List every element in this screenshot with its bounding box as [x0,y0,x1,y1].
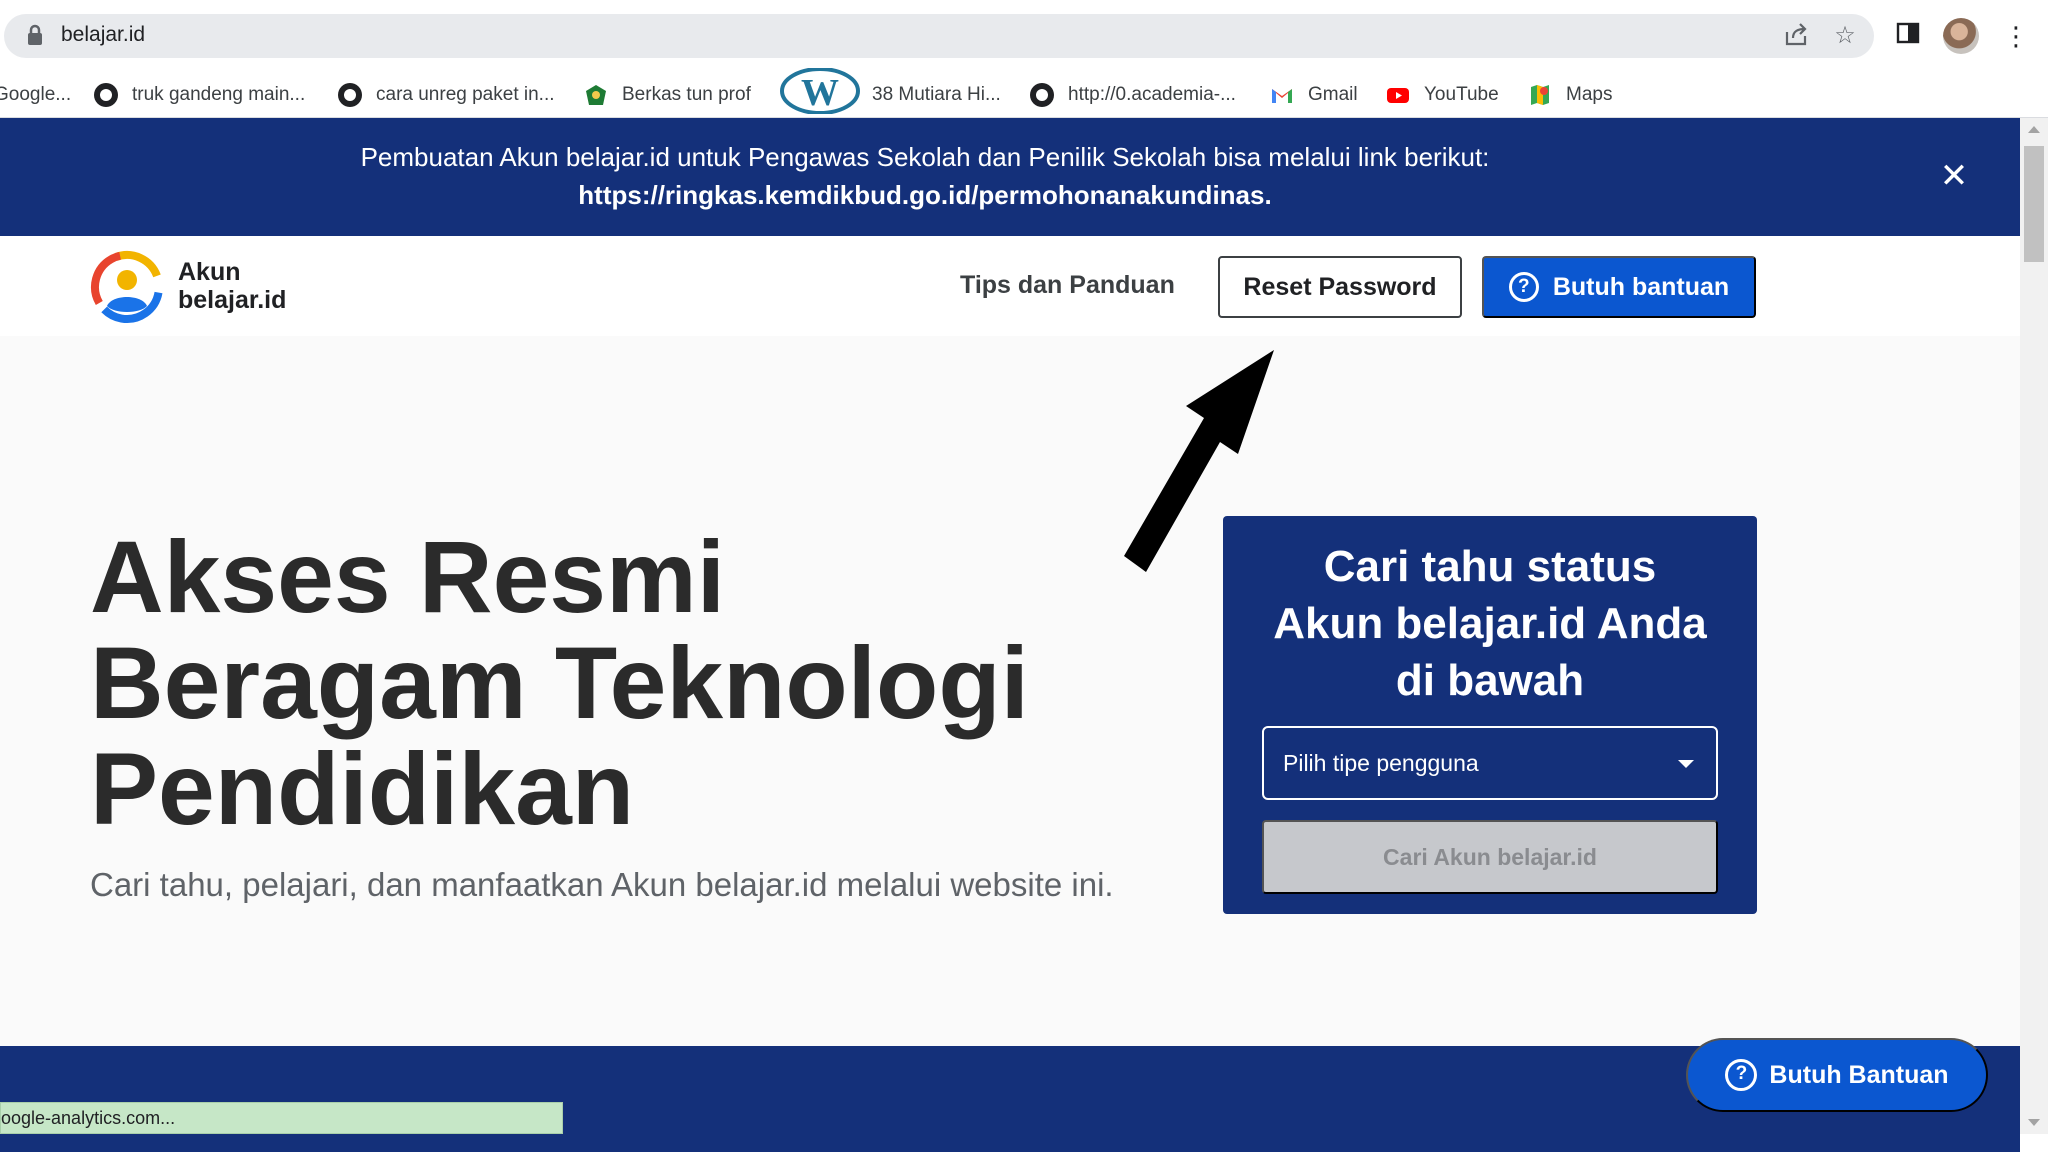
page-scrollbar[interactable] [2020,118,2048,1134]
help-button[interactable]: ? Butuh bantuan [1482,256,1756,318]
profile-avatar[interactable] [1943,18,1979,54]
scroll-thumb[interactable] [2024,146,2044,262]
announcement-banner: Pembuatan Akun belajar.id untuk Pengawas… [0,118,2020,236]
chevron-down-icon [1678,760,1694,768]
bookmark-label: http://0.academia-... [1068,84,1236,105]
help-button-label: Butuh bantuan [1552,272,1730,301]
maps-icon [1531,85,1549,105]
bookmark-label: truk gandeng main... [132,84,306,105]
brand-line-2: belajar.id [178,286,287,314]
globe-icon [94,83,118,107]
floating-help-button[interactable]: ? Butuh Bantuan [1686,1038,1988,1112]
status-card-title: Cari tahu status Akun belajar.id Anda di… [1223,538,1757,709]
hero-title-line: Beragam Teknologi [90,626,1029,740]
bookmark-label: Berkas tun prof [622,84,751,105]
gov-shield-icon [586,85,606,105]
brand-line-1: Akun [178,258,241,286]
status-title-line: Cari tahu status [1323,542,1657,591]
account-status-card: Cari tahu status Akun belajar.id Anda di… [1223,516,1757,914]
bookmark-label: 38 Mutiara Hi... [872,84,1001,105]
globe-icon [1030,83,1054,107]
help-icon: ? [1508,272,1539,302]
bookmark-google[interactable]: Google... [0,80,71,110]
menu-icon[interactable]: ⋮ [2000,20,2032,52]
hero-title-line: Pendidikan [90,732,635,846]
site-header: Akun belajar.id Tips dan Panduan Reset P… [0,236,2020,336]
side-panel-icon[interactable] [1892,20,1924,52]
status-title-line: di bawah [1395,656,1585,705]
browser-status-bubble: oogle-analytics.com... [0,1102,563,1134]
floating-help-label: Butuh Bantuan [1769,1060,1949,1089]
belajar-id-logo[interactable] [90,250,164,324]
reset-password-button[interactable]: Reset Password [1218,256,1462,318]
address-bar[interactable]: belajar.id ☆ [4,14,1874,58]
status-title-line: Akun belajar.id Anda [1273,599,1707,648]
announcement-link[interactable]: https://ringkas.kemdikbud.go.id/permohon… [0,180,1850,211]
brand-name[interactable]: Akun belajar.id [178,258,286,314]
user-type-select[interactable]: Pilih tipe pengguna [1262,726,1718,800]
url-text[interactable]: belajar.id [61,23,145,47]
announcement-text: Pembuatan Akun belajar.id untuk Pengawas… [360,142,1490,172]
share-icon[interactable] [1782,22,1810,50]
youtube-icon [1387,88,1409,103]
bookmark-academia[interactable]: http://0.academia-... [1030,80,1236,110]
scroll-up-icon[interactable] [2028,126,2040,133]
scroll-down-icon[interactable] [2028,1119,2040,1126]
help-icon: ? [1725,1059,1758,1091]
browser-toolbar: belajar.id ☆ ⋮ [0,0,2048,72]
hero-title-line: Akses Resmi [90,520,726,634]
bookmark-label: Maps [1566,84,1613,105]
bookmark-cara-unreg[interactable]: cara unreg paket in... [338,80,555,110]
bookmarks-bar: Google... truk gandeng main... cara unre… [0,68,2048,118]
bookmark-youtube[interactable]: YouTube [1386,80,1499,110]
bookmark-gmail[interactable]: Gmail [1270,80,1358,110]
nav-tips-link[interactable]: Tips dan Panduan [960,271,1175,300]
hero-title: Akses Resmi Beragam Teknologi Pendidikan [90,524,1140,842]
bookmark-label: Google... [0,84,72,105]
user-type-select-label: Pilih tipe pengguna [1283,750,1479,776]
lock-icon[interactable] [26,24,44,46]
hero-subtitle: Cari tahu, pelajari, dan manfaatkan Akun… [90,866,1114,903]
gmail-icon [1272,89,1292,103]
wordpress-icon: W [780,68,860,114]
star-icon[interactable]: ☆ [1831,22,1859,50]
bookmark-label: cara unreg paket in... [376,84,555,105]
svg-text:W: W [801,72,839,114]
bookmark-38-mutiara[interactable]: W 38 Mutiara Hi... [780,68,1001,114]
bookmark-truk-gandeng[interactable]: truk gandeng main... [94,80,305,110]
bookmark-maps[interactable]: Maps [1528,80,1612,110]
close-icon[interactable]: ✕ [1936,158,1972,194]
bookmark-berkas-tun-prof[interactable]: Berkas tun prof [584,80,751,110]
search-account-button[interactable]: Cari Akun belajar.id [1262,820,1718,894]
bookmark-label: YouTube [1424,84,1499,105]
globe-icon [338,83,362,107]
bookmark-label: Gmail [1308,84,1358,105]
